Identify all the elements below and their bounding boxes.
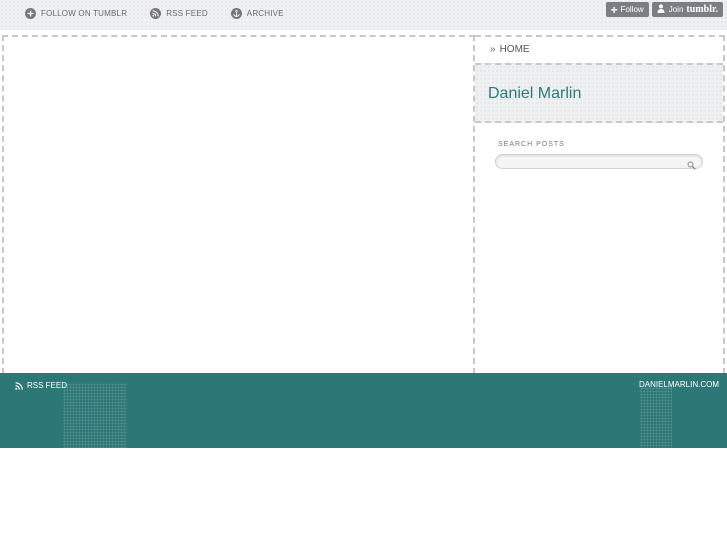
home-label: HOME	[499, 44, 530, 55]
follow-on-tumblr-link[interactable]: FOLLOW ON TUMBLR	[25, 8, 127, 19]
sidebar: » HOME Daniel Marlin SEARCH POSTS	[475, 35, 725, 374]
top-nav: FOLLOW ON TUMBLR RSS FEED ARCHIVE	[25, 8, 307, 19]
rss-feed-link[interactable]: RSS FEED	[150, 8, 208, 19]
tumblr-logo: tumblr.	[686, 4, 718, 15]
double-chevron-right-icon: »	[490, 44, 496, 55]
plus-icon: +	[610, 2, 618, 17]
main-content	[2, 35, 475, 374]
user-icon	[657, 4, 665, 15]
tumblr-join-label: Join	[668, 5, 684, 14]
footer: RSS FEED DANIELMARLIN.COM	[0, 373, 727, 448]
archive-label: ARCHIVE	[246, 9, 284, 18]
search-label: SEARCH POSTS	[498, 141, 565, 148]
footer-rss-link[interactable]: RSS FEED	[15, 381, 67, 390]
rss-feed-label: RSS FEED	[166, 9, 208, 18]
footer-rss-label: RSS FEED	[27, 381, 68, 390]
plus-circle-icon	[25, 8, 36, 19]
tumblr-join-button[interactable]: Join tumblr.	[651, 2, 723, 17]
search-input[interactable]	[496, 159, 684, 172]
footer-texture	[63, 383, 127, 448]
footer-texture	[640, 387, 672, 448]
anchor-icon	[230, 8, 242, 19]
top-bar: FOLLOW ON TUMBLR RSS FEED ARCHIVE + Foll…	[0, 0, 727, 30]
search-field	[495, 154, 703, 172]
rss-icon	[150, 8, 162, 19]
tumblr-follow-label: Follow	[620, 5, 644, 14]
search-icon[interactable]	[687, 157, 696, 175]
site-title[interactable]: Daniel Marlin	[488, 85, 581, 103]
footer-site-link[interactable]: DANIELMARLIN.COM	[639, 380, 719, 389]
home-link[interactable]: » HOME	[490, 44, 530, 55]
tumblr-controls: + Follow Join tumblr.	[603, 2, 723, 17]
rss-icon	[15, 381, 23, 390]
tumblr-follow-button[interactable]: + Follow	[605, 2, 649, 17]
site-title-box: Daniel Marlin	[475, 63, 723, 123]
follow-on-tumblr-label: FOLLOW ON TUMBLR	[41, 9, 128, 18]
archive-link[interactable]: ARCHIVE	[230, 8, 284, 19]
